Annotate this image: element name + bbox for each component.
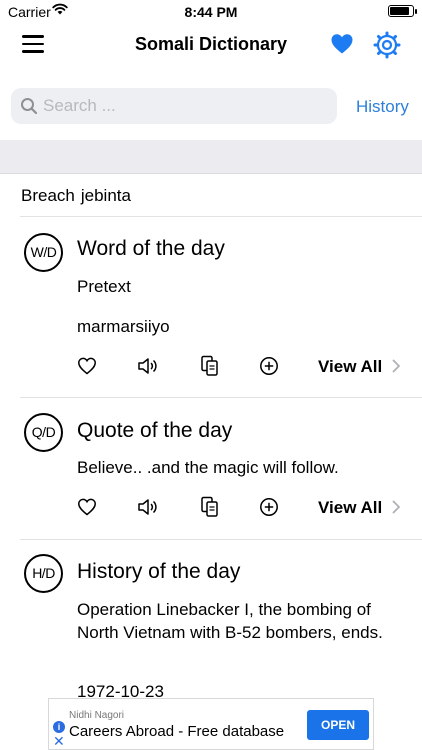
page-title: Somali Dictionary [134, 34, 288, 54]
history-button[interactable]: History [356, 97, 409, 117]
copy-icon[interactable] [200, 355, 220, 377]
navigation-bar: Somali Dictionary [0, 24, 422, 68]
heart-outline-icon[interactable] [77, 497, 97, 517]
gear-icon[interactable] [373, 31, 401, 59]
search-icon [21, 98, 38, 115]
history-of-day-title: History of the day [77, 560, 241, 583]
ad-advertiser: Nidhi Nagori [69, 710, 125, 721]
divider [20, 539, 422, 540]
word-of-day-translation: marmarsiiyo [77, 317, 170, 336]
speaker-icon[interactable] [137, 356, 159, 376]
plus-circle-icon[interactable] [259, 356, 279, 376]
quote-of-day-title: Quote of the day [77, 419, 233, 442]
quote-of-day-text: Believe.. .and the magic will follow. [77, 458, 339, 477]
quote-of-day-badge: Q/D [24, 413, 63, 452]
section-divider-band [0, 140, 422, 174]
word-of-day-view-all-button[interactable]: View All [318, 357, 382, 377]
chevron-right-icon[interactable] [392, 500, 401, 514]
quote-of-day-view-all-button[interactable]: View All [318, 498, 382, 518]
word-of-day-word: Pretext [77, 277, 131, 296]
recent-word-row[interactable]: Breach jebinta [21, 186, 131, 206]
copy-icon[interactable] [200, 496, 220, 518]
close-icon[interactable]: ✕ [53, 733, 65, 750]
word-of-day-badge: W/D [24, 233, 63, 272]
divider [20, 397, 422, 398]
clock: 8:44 PM [184, 4, 238, 20]
search-input[interactable] [43, 94, 323, 118]
heart-icon[interactable] [330, 32, 354, 56]
history-of-day-text: Operation Linebacker I, the bombing of N… [77, 600, 383, 642]
heart-outline-icon[interactable] [77, 356, 97, 376]
recent-word: Breach [21, 186, 75, 205]
chevron-right-icon[interactable] [392, 359, 401, 373]
battery-icon [388, 5, 417, 17]
ad-headline[interactable]: Careers Abroad - Free database [69, 723, 284, 740]
search-bar [11, 88, 337, 124]
ad-open-button[interactable]: OPEN [307, 710, 369, 740]
history-of-day-badge: H/D [24, 554, 63, 593]
recent-translation: jebinta [80, 186, 131, 205]
ad-banner[interactable]: i ✕ Nidhi Nagori Careers Abroad - Free d… [48, 698, 374, 750]
info-icon[interactable]: i [53, 721, 65, 733]
plus-circle-icon[interactable] [259, 497, 279, 517]
divider [20, 216, 422, 217]
status-bar: Carrier 8:44 PM [0, 0, 422, 24]
word-of-day-title: Word of the day [77, 237, 225, 260]
speaker-icon[interactable] [137, 497, 159, 517]
